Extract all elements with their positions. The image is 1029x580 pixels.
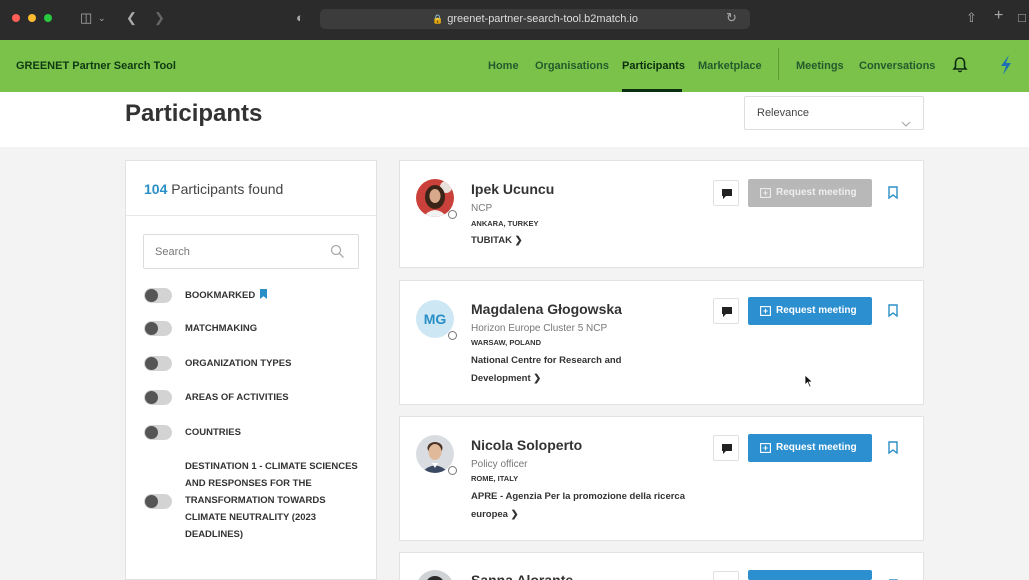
message-button[interactable] [713,298,739,324]
url-text: greenet-partner-search-tool.b2match.io [447,13,638,25]
chevron-down-icon[interactable]: ⌄ [98,10,106,26]
toggle-knob [145,495,158,508]
filter-label-bookmarked-text: BOOKMARKED [185,290,256,301]
nav-participants[interactable]: Participants [622,60,685,72]
sort-select[interactable]: Relevance [744,96,924,130]
bookmark-icon[interactable] [888,304,898,322]
nav-meetings[interactable]: Meetings [796,60,844,72]
zoom-window-button[interactable] [44,14,52,22]
participant-organisation-line1: National Centre for Research and [471,355,622,366]
nav-organisations[interactable]: Organisations [535,60,609,72]
filter-label-organization-types: ORGANIZATION TYPES [185,358,292,369]
toggle-areas-of-activities[interactable] [144,390,172,405]
forward-icon[interactable]: ❯ [154,10,165,26]
new-tab-icon[interactable]: + [994,8,1003,24]
results-count-label: Participants found [171,181,284,197]
participant-organisation-line2: europea [471,509,508,520]
filter-label-destination-1: DESTINATION 1 - CLIMATE SCIENCES AND RES… [185,461,358,540]
filter-label-bookmarked: BOOKMARKED [185,287,268,305]
nav-divider [778,48,779,80]
request-meeting-label: Request meeting [776,442,857,453]
filter-label-matchmaking: MATCHMAKING [185,323,258,334]
bookmark-icon[interactable] [888,441,898,459]
request-meeting-button[interactable]: Request meeting [748,179,872,207]
chevron-right-icon: ❯ [510,509,519,520]
participant-name[interactable]: Magdalena Głogowska [471,301,622,317]
toggle-knob [145,289,158,302]
toggle-knob [145,322,158,335]
toggle-organization-types[interactable] [144,356,172,371]
participant-organisation-link[interactable]: National Centre for Research and Develop… [471,352,716,388]
chevron-right-icon: ❯ [514,235,523,246]
participant-organisation-link[interactable]: APRE - Agenzia Per la promozione della r… [471,488,716,524]
message-button[interactable] [713,435,739,461]
message-button[interactable] [713,571,739,580]
participant-role: NCP [471,203,493,214]
request-meeting-button[interactable] [748,570,872,580]
minimize-window-button[interactable] [28,14,36,22]
participant-name[interactable]: Nicola Soloperto [471,437,582,453]
participant-card[interactable] [399,160,924,268]
nav-home[interactable]: Home [488,60,519,72]
filter-label-countries: COUNTRIES [185,427,241,438]
address-bar[interactable]: 🔒 greenet-partner-search-tool.b2match.io [320,9,750,29]
reload-icon[interactable]: ↻ [726,10,737,26]
filter-label-areas-of-activities: AREAS OF ACTIVITIES [185,392,289,403]
participant-role: Horizon Europe Cluster 5 NCP [471,323,608,334]
toggle-matchmaking[interactable] [144,321,172,336]
panel-divider [126,215,376,216]
status-indicator [448,210,457,219]
search-icon[interactable] [330,244,345,264]
toggle-knob [145,426,158,439]
request-meeting-button[interactable]: Request meeting [748,434,872,462]
bookmark-icon[interactable] [888,573,898,580]
results-count: 104 Participants found [144,181,283,197]
share-icon[interactable]: ⇧ [966,10,977,26]
request-meeting-label: Request meeting [776,187,857,198]
participant-location: ANKARA, TURKEY [471,219,539,228]
toggle-destination-1[interactable] [144,494,172,509]
browser-toolbar: ◫ ⌄ ❮ ❯ ◐ 🔒 greenet-partner-search-tool.b… [0,0,1029,40]
sort-value: Relevance [757,107,809,119]
page-title: Participants [125,100,263,127]
bookmark-icon[interactable] [888,186,898,204]
nav-marketplace[interactable]: Marketplace [698,60,762,72]
mouse-cursor-icon [804,374,814,393]
toggle-knob [145,391,158,404]
participant-location: ROME, ITALY [471,474,519,483]
tab-overview-icon[interactable]: □ [1018,10,1026,26]
sidebar-toggle-icon[interactable]: ◫ [80,10,92,26]
participant-name[interactable]: Sanna Alorante [471,572,573,580]
privacy-shield-icon[interactable]: ◐ [296,10,304,26]
request-meeting-label: Request meeting [776,305,857,316]
participant-location: WARSAW, POLAND [471,338,542,347]
participant-organisation-line1: APRE - Agenzia Per la promozione della r… [471,491,685,502]
results-count-number: 104 [144,181,168,197]
lock-icon: 🔒 [432,14,444,24]
nav-conversations[interactable]: Conversations [859,60,935,72]
back-icon[interactable]: ❮ [126,10,137,26]
b2match-logo-icon[interactable] [998,54,1014,81]
bookmark-filled-icon [260,288,268,305]
toggle-countries[interactable] [144,425,172,440]
message-button[interactable] [713,180,739,206]
chevron-right-icon: ❯ [533,373,542,384]
participant-name[interactable]: Ipek Ucuncu [471,181,554,197]
toggle-bookmarked[interactable] [144,288,172,303]
participant-organisation: TUBITAK [471,235,512,246]
status-indicator [448,466,457,475]
brand-title[interactable]: GREENET Partner Search Tool [16,60,176,72]
close-window-button[interactable] [12,14,20,22]
chevron-down-icon [901,108,911,140]
status-indicator [448,331,457,340]
participant-organisation-line2: Development [471,373,531,384]
toggle-knob [145,357,158,370]
search-input[interactable] [144,235,314,268]
participant-organisation-link[interactable]: TUBITAK ❯ [471,232,716,250]
participant-role: Policy officer [471,459,528,470]
bell-icon[interactable] [951,56,969,79]
search-box [143,234,359,269]
request-meeting-button[interactable]: Request meeting [748,297,872,325]
